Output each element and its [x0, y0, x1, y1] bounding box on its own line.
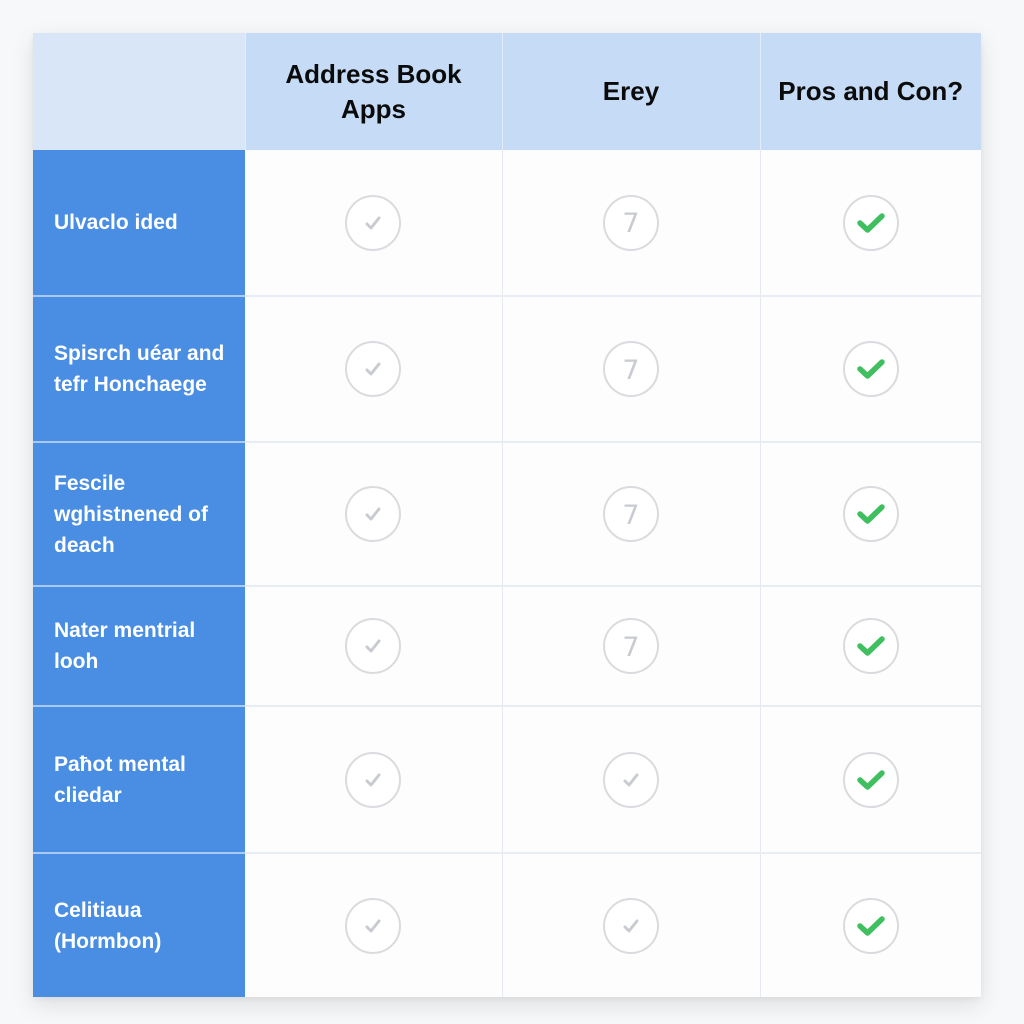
- seven-faded-icon: 7: [603, 341, 659, 397]
- header-corner-cell: [33, 33, 246, 150]
- table-row: Celitiaua (Hormbon): [33, 853, 981, 997]
- table-cell: [760, 296, 981, 443]
- check-faded-icon: [345, 194, 402, 251]
- table-row: Ulvaclo ided 7: [33, 150, 981, 297]
- row-label: Fescile wghistnened of deach: [33, 442, 245, 587]
- comparison-table-container: Address Book Apps Erey Pros and Con? Ulv…: [33, 33, 981, 997]
- check-faded-icon: [345, 341, 402, 397]
- table-cell: [502, 706, 761, 854]
- check-faded-icon: [345, 751, 402, 808]
- column-header-erey: Erey: [502, 33, 761, 150]
- table-cell: 7: [502, 150, 761, 297]
- table-cell: [245, 586, 503, 707]
- check-green-icon: [842, 897, 899, 954]
- check-faded-icon: [603, 897, 659, 954]
- check-faded-icon: [345, 897, 402, 954]
- check-faded-icon: [345, 486, 402, 542]
- seven-glyph: 7: [622, 631, 640, 663]
- check-green-icon: [842, 341, 899, 397]
- table-row: Fescile wghistnened of deach 7: [33, 442, 981, 587]
- comparison-table: Address Book Apps Erey Pros and Con? Ulv…: [33, 33, 981, 997]
- table-cell: 7: [502, 442, 761, 587]
- check-green-icon: [842, 194, 899, 251]
- column-header-pros-and-cons: Pros and Con?: [760, 33, 981, 150]
- row-label: Celitiaua (Hormbon): [33, 853, 245, 997]
- check-green-icon: [842, 486, 899, 542]
- table-cell: 7: [502, 296, 761, 443]
- table-cell: [245, 442, 503, 587]
- table-cell: [502, 853, 761, 997]
- row-label: Paħot mental cliedar: [33, 706, 245, 854]
- table-cell: [760, 586, 981, 707]
- table-cell: [760, 706, 981, 854]
- row-label: Nater mentrial looh: [33, 586, 245, 707]
- table-row: Paħot mental cliedar: [33, 706, 981, 854]
- row-label: Ulvaclo ided: [33, 150, 245, 297]
- seven-glyph: 7: [622, 354, 640, 386]
- header-row: Address Book Apps Erey Pros and Con?: [33, 33, 981, 150]
- seven-faded-icon: 7: [603, 194, 659, 251]
- check-green-icon: [842, 618, 899, 674]
- table-cell: [245, 296, 503, 443]
- table-cell: [760, 853, 981, 997]
- table-cell: [760, 150, 981, 297]
- check-faded-icon: [603, 751, 659, 808]
- check-faded-icon: [345, 618, 402, 674]
- table-row: Nater mentrial looh 7: [33, 586, 981, 707]
- seven-glyph: 7: [622, 208, 640, 239]
- seven-faded-icon: 7: [603, 618, 659, 674]
- table-cell: [245, 150, 503, 297]
- table-cell: [245, 706, 503, 854]
- seven-faded-icon: 7: [603, 486, 659, 542]
- seven-glyph: 7: [622, 499, 640, 531]
- table-cell: [245, 853, 503, 997]
- table-row: Spisrch uéar and tefr Honchaege 7: [33, 296, 981, 443]
- column-header-address-book-apps: Address Book Apps: [245, 33, 503, 150]
- table-cell: [760, 442, 981, 587]
- table-cell: 7: [502, 586, 761, 707]
- row-label: Spisrch uéar and tefr Honchaege: [33, 296, 245, 443]
- check-green-icon: [842, 751, 899, 808]
